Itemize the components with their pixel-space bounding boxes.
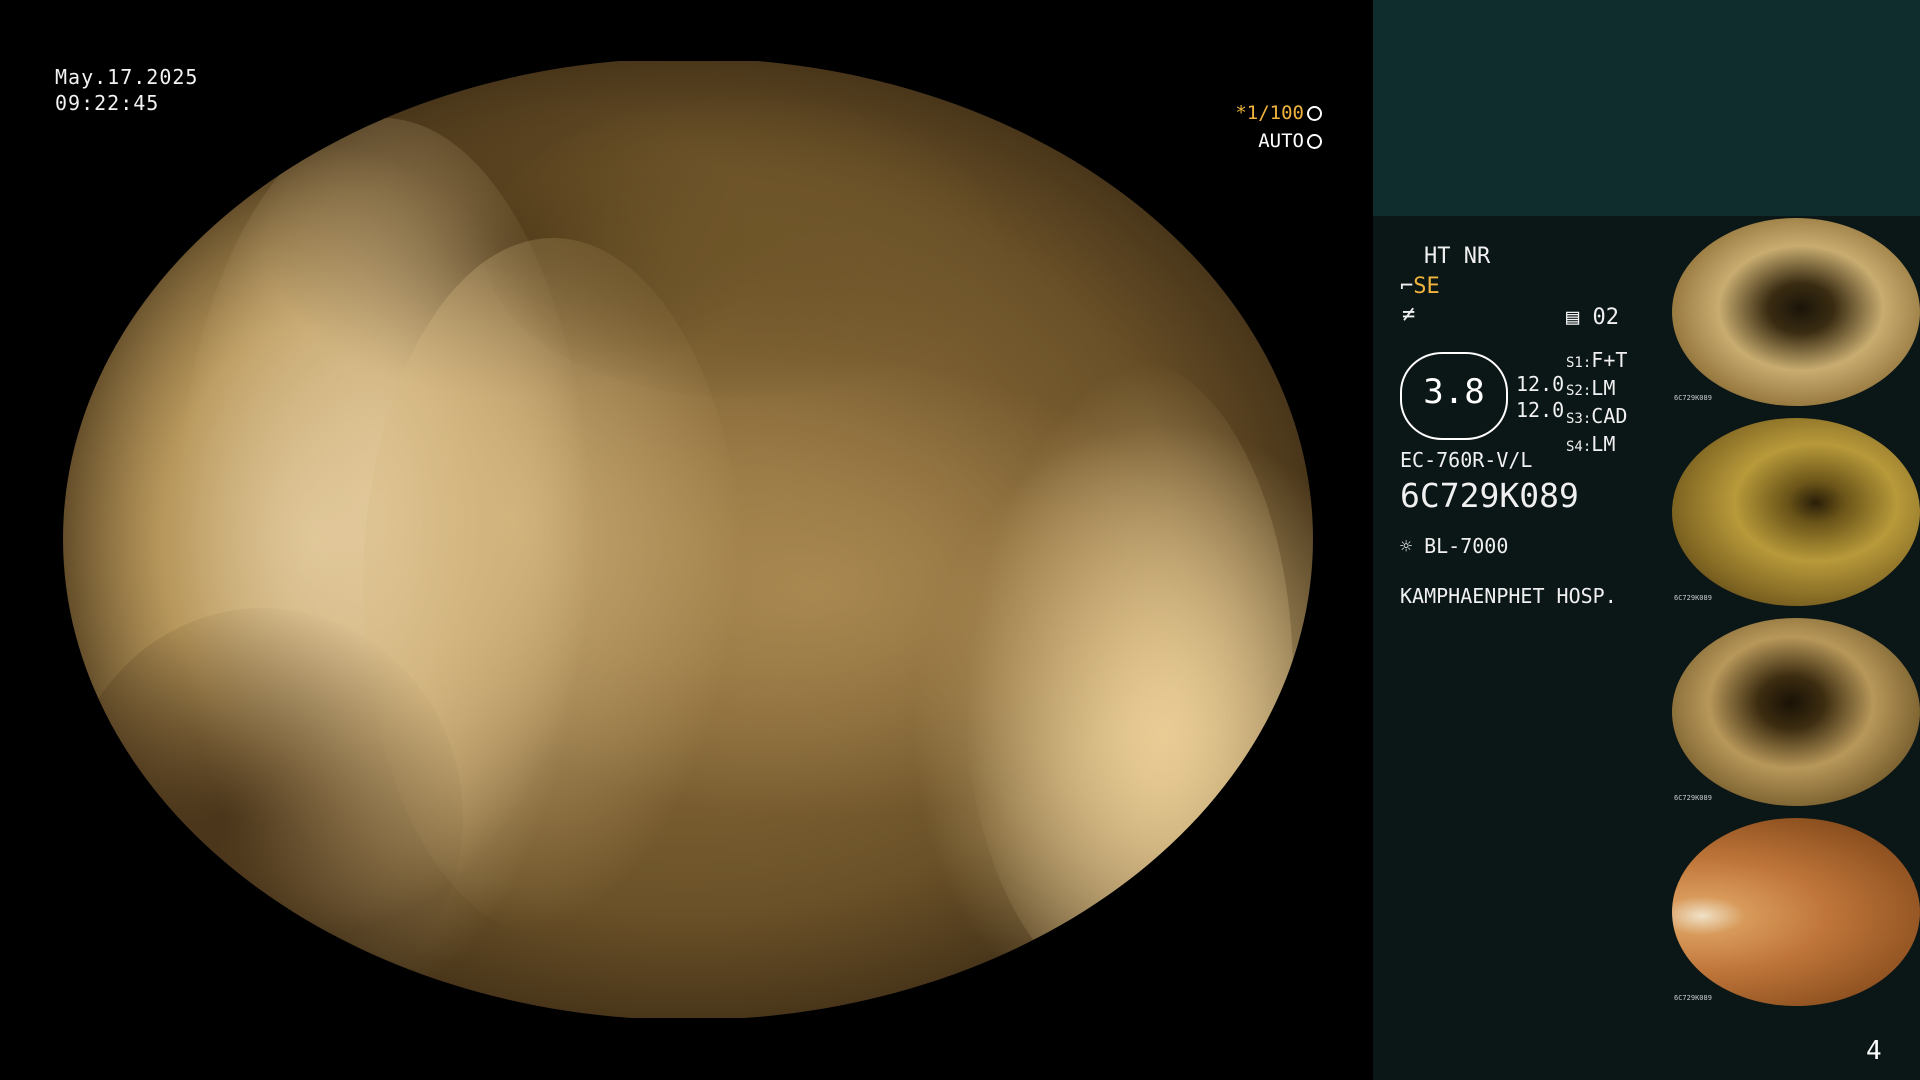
value-b: 12.0 — [1516, 398, 1565, 422]
date-text: May.17.2025 — [55, 65, 199, 89]
lumen-shadow — [483, 98, 1003, 398]
enhancement-icon: ⌐ — [1400, 274, 1414, 299]
image-crop-bottom — [0, 1018, 1372, 1080]
exposure-mode: AUTO — [1258, 130, 1304, 152]
s4-value: LM — [1591, 432, 1616, 456]
scope-serial: 6C729K089 — [1400, 476, 1579, 515]
thumbnail-1[interactable]: 6C729K089 — [1672, 216, 1920, 406]
thumbnail-image — [1672, 418, 1920, 606]
shadow-region — [63, 608, 463, 1020]
thumbnail-image — [1672, 618, 1920, 806]
s1-label: S1: — [1566, 355, 1592, 371]
s1-value: F+T — [1591, 348, 1628, 372]
thumbnail-tag: 6C729K089 — [1674, 594, 1712, 602]
datetime-overlay: May.17.2025 09:22:45 — [55, 64, 198, 116]
memory-value: 02 — [1592, 305, 1620, 330]
endoscope-view — [63, 58, 1313, 1020]
auto-exposure-icon — [1307, 134, 1322, 149]
thumbnail-tag: 6C729K089 — [1674, 394, 1712, 402]
time-text: 09:22:45 — [55, 91, 160, 115]
shutter-speed: *1/100 — [1235, 102, 1304, 124]
page-number: 4 — [1866, 1036, 1882, 1066]
light-source: BL-7000 — [1424, 534, 1509, 558]
s2-label: S2: — [1566, 383, 1592, 399]
value-a: 12.0 — [1516, 372, 1565, 396]
filter-icon: ≠ — [1402, 302, 1416, 327]
switch-settings: S1:F+T S2:LM S3:CAD S4:LM — [1566, 348, 1627, 460]
thumbnail-image — [1672, 818, 1920, 1006]
s2-value: LM — [1591, 376, 1616, 400]
s3-label: S3: — [1566, 411, 1592, 427]
hospital-name: KAMPHAENPHET HOSP. — [1400, 584, 1617, 608]
thumbnail-image — [1672, 218, 1920, 406]
zoom-value: 3.8 — [1423, 372, 1485, 412]
thumbnail-tag: 6C729K089 — [1674, 794, 1712, 802]
scope-model: EC-760R-V/L — [1400, 448, 1533, 472]
image-crop-top — [0, 0, 1372, 61]
shutter-overlay: *1/100 AUTO — [1235, 99, 1322, 155]
thumbnail-4[interactable]: 6C729K089 — [1672, 816, 1920, 1006]
thumbnail-tag: 6C729K089 — [1674, 994, 1712, 1002]
panel-header — [1373, 0, 1920, 216]
mucosal-fold — [963, 358, 1293, 998]
shutter-icon — [1307, 106, 1322, 121]
enhancement-mode: SE — [1413, 274, 1440, 299]
memory-icon: ▤ — [1566, 305, 1580, 330]
s3-value: CAD — [1591, 404, 1628, 428]
thumbnail-3[interactable]: 6C729K089 — [1672, 616, 1920, 806]
thumbnail-2[interactable]: 6C729K089 — [1672, 416, 1920, 606]
s4-label: S4: — [1566, 439, 1592, 455]
light-source-icon: ☼ — [1400, 534, 1413, 558]
ht-nr-label: HT NR — [1424, 244, 1491, 269]
